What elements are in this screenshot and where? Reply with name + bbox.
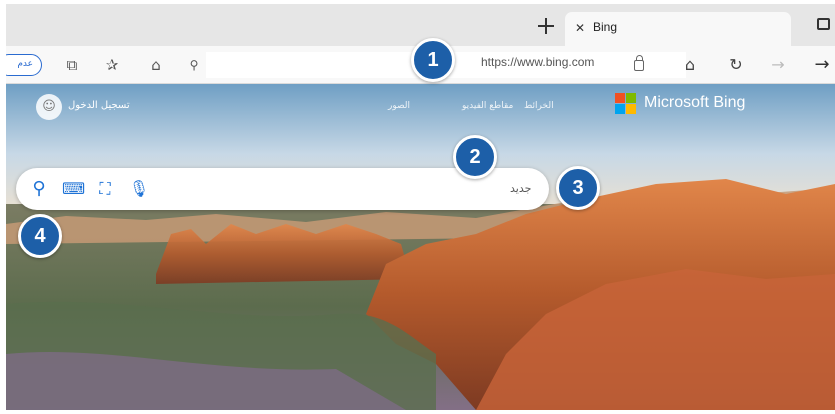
bing-homepage: ☺ تسجيل الدخول الصور مقاطع الفيديو الخرا… [6, 84, 835, 410]
tab-title: Bing [593, 20, 618, 34]
zoom-icon[interactable]: ⚲ [184, 55, 204, 75]
lock-icon[interactable] [634, 55, 644, 71]
callout-1: 1 [411, 38, 455, 82]
tab-bing[interactable]: ✕ Bing b [565, 12, 791, 46]
tab-strip: ✕ Bing b [6, 4, 835, 46]
visual-search-icon[interactable]: ⛶ [94, 178, 116, 200]
search-icon[interactable]: ⚲ [28, 178, 50, 200]
nav-item-1[interactable]: الصور [388, 101, 410, 111]
keyboard-icon[interactable]: ⌨ [62, 178, 85, 200]
microsoft-logo [615, 93, 637, 115]
favorites-icon[interactable]: ✰ [102, 55, 122, 75]
brand-name: Microsoft Bing [644, 94, 746, 111]
search-placeholder: جديد [510, 182, 532, 195]
callout-3: 3 [556, 166, 600, 210]
nav-item-3[interactable]: الخرائط [524, 101, 554, 111]
extensions-icon[interactable]: ⌂ [146, 55, 166, 75]
refresh-icon[interactable]: ↻ [726, 55, 746, 75]
avatar[interactable]: ☺ [36, 94, 62, 120]
landscape-background [6, 84, 835, 410]
profile-pill[interactable]: عدم [6, 54, 42, 76]
nav-item-2[interactable]: مقاطع الفيديو [462, 101, 513, 111]
home-icon[interactable]: ⌂ [680, 55, 700, 75]
collections-icon[interactable]: ⧉ [62, 55, 82, 75]
plus-icon[interactable] [537, 17, 555, 35]
url-text[interactable]: https://www.bing.com [481, 55, 594, 69]
signin-link[interactable]: تسجيل الدخول [68, 100, 130, 111]
close-icon[interactable]: ✕ [575, 21, 585, 35]
back-icon[interactable]: → [812, 55, 832, 75]
forward-icon-disabled[interactable]: → [768, 55, 788, 75]
microphone-icon[interactable]: 🎙 [128, 178, 150, 200]
screenshot-frame: ✕ Bing b عدم ⧉ ✰ ⌂ ⚲ https://www.bing.co… [6, 4, 835, 410]
callout-2: 2 [453, 135, 497, 179]
restore-window-icon[interactable] [817, 18, 830, 30]
callout-4: 4 [18, 214, 62, 258]
